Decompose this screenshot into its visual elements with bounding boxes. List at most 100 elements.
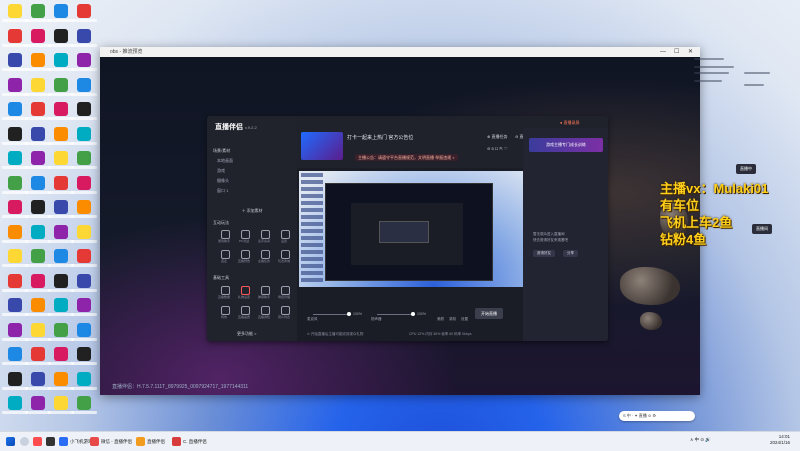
floating-toolbar[interactable]: S 中 · ✦ 直播 ⊙ ⚙ [619,411,695,421]
taskbar-app[interactable]: 直播伴侣 [136,435,165,448]
slider-knob[interactable] [347,312,351,316]
desktop-shortcut-icon[interactable] [71,371,97,393]
desktop-shortcut-icon[interactable] [48,273,74,295]
desktop-shortcut-icon[interactable] [25,297,51,319]
desktop-shortcut-icon[interactable] [48,248,74,270]
settings-control[interactable]: 设置 [461,317,468,322]
desktop-shortcut-icon[interactable] [71,395,97,417]
desktop-shortcut-icon[interactable] [48,126,74,148]
tool-button[interactable]: 礼物设置 [237,286,251,300]
tool-button[interactable]: 弹幕助手 [257,286,271,300]
tool-button[interactable]: 直播预告 [237,250,251,264]
more-tools-link[interactable]: 更多功能 > [237,331,256,337]
desktop-shortcut-icon[interactable] [71,175,97,197]
desktop-shortcut-icon[interactable] [25,199,51,221]
desktop-shortcut-icon[interactable] [48,52,74,74]
desktop-shortcut-icon[interactable] [48,395,74,417]
desktop-shortcut-icon[interactable] [71,248,97,270]
tool-button[interactable]: 观众列表 [277,306,291,320]
desktop-shortcut-icon[interactable] [71,101,97,123]
tool-button[interactable]: 主播任务 [257,250,271,264]
notice-badge[interactable]: 主播公告：请遵守平台直播规范，文明直播 举报违规 > [355,154,458,161]
desktop-shortcut-icon[interactable] [25,52,51,74]
tool-button[interactable]: 直播画质 [237,306,251,320]
scene-item[interactable]: 窗口 1 [217,188,228,194]
tool-button[interactable]: 场控管理 [277,286,291,300]
mic-volume-slider[interactable] [313,312,351,316]
desktop-shortcut-icon[interactable] [25,150,51,172]
desktop-shortcut-icon[interactable] [25,273,51,295]
live-task-button[interactable]: ⊕ 直播任务 [487,134,507,140]
desktop-shortcut-icon[interactable] [2,52,28,74]
tool-button[interactable]: 直播通知 [257,306,271,320]
desktop-shortcut-icon[interactable] [71,297,97,319]
desktop-shortcut-icon[interactable] [71,273,97,295]
desktop-shortcut-icon[interactable] [71,52,97,74]
desktop-shortcut-icon[interactable] [25,175,51,197]
scene-item[interactable]: 游戏 [217,168,225,174]
taskbar-app[interactable] [33,435,42,448]
desktop-shortcut-icon[interactable] [71,322,97,344]
desktop-badge-button[interactable]: 直播中 [736,164,756,174]
scene-item[interactable]: 摄像头 [217,178,229,184]
desktop-shortcut-icon[interactable] [2,77,28,99]
desktop-shortcut-icon[interactable] [48,3,74,25]
clock[interactable]: 14:01 2024/1/16 [770,434,790,446]
record-button[interactable]: ● 直播录屏 [560,120,580,126]
desktop-shortcut-icon[interactable] [71,346,97,368]
desktop-shortcut-icon[interactable] [48,224,74,246]
desktop-shortcut-icon[interactable] [2,224,28,246]
tool-button[interactable]: PK对战 [237,230,251,244]
desktop-shortcut-icon[interactable] [71,199,97,221]
tool-button[interactable]: 连麦 [217,250,231,264]
desktop-shortcut-icon[interactable] [48,322,74,344]
desktop-shortcut-icon[interactable] [71,77,97,99]
desktop-shortcut-icon[interactable] [2,273,28,295]
minimize-button[interactable]: — [660,47,666,57]
scene-item[interactable]: 本地画面 [217,158,233,164]
desktop-shortcut-icon[interactable] [71,150,97,172]
stream-preview-canvas[interactable] [299,171,523,287]
tool-button[interactable]: 直播数据 [217,286,231,300]
taskbar-app[interactable] [46,435,55,448]
desktop-shortcut-icon[interactable] [48,28,74,50]
desktop-shortcut-icon[interactable] [25,126,51,148]
desktop-shortcut-icon[interactable] [2,346,28,368]
desktop-shortcut-icon[interactable] [2,175,28,197]
tool-button[interactable]: 设置 [277,230,291,244]
live-streaming-app[interactable]: 直播伴侣 v.9.2.2 场景/素材 本地画面 游戏 摄像头 窗口 1 ＋ 添加… [207,116,608,341]
desktop-shortcut-icon[interactable] [2,101,28,123]
start-live-button[interactable]: 开始直播 [475,308,503,319]
desktop-shortcut-icon[interactable] [2,126,28,148]
beauty-button[interactable]: 美颜 [437,317,444,322]
search-button[interactable] [20,435,29,448]
record-control[interactable]: 录制 [449,317,456,322]
live-room-title[interactable]: 打卡一起来上热门 官方公告位 [347,134,413,141]
desktop-shortcut-icon[interactable] [71,3,97,25]
tool-button[interactable]: 玩法商城 [277,250,291,264]
desktop-shortcut-icon[interactable] [48,101,74,123]
taskbar-app[interactable]: 小飞机游戏 [59,435,93,448]
desktop-shortcut-icon[interactable] [2,322,28,344]
tool-button[interactable]: 特效 [217,306,231,320]
desktop-shortcut-icon[interactable] [2,395,28,417]
system-tray[interactable]: ∧ 中 ⊙ 🔊 [690,437,711,443]
desktop-shortcut-icon[interactable] [25,322,51,344]
desktop-shortcut-icon[interactable] [25,28,51,50]
desktop-shortcut-icon[interactable] [71,126,97,148]
start-button[interactable] [6,435,15,448]
desktop-shortcut-icon[interactable] [2,28,28,50]
desktop-shortcut-icon[interactable] [25,77,51,99]
desktop-shortcut-icon[interactable] [48,199,74,221]
desktop-shortcut-icon[interactable] [48,371,74,393]
window-titlebar[interactable]: obs - 推流预览 — ☐ ✕ [100,47,700,57]
desktop-shortcut-icon[interactable] [2,3,28,25]
taskbar-app[interactable]: 微信 - 直播伴侣 [90,435,132,448]
invite-button[interactable]: 邀请好友 [533,250,555,257]
desktop-shortcut-icon[interactable] [25,248,51,270]
tool-button[interactable]: 游戏助手 [217,230,231,244]
top-icon-row[interactable]: ⊖ 5 ☐ ⇱ ♡ [487,146,508,151]
desktop-shortcut-icon[interactable] [2,371,28,393]
speaker-volume-slider[interactable] [377,312,415,316]
taskbar-app[interactable]: C. 直播伴侣 [172,435,207,448]
